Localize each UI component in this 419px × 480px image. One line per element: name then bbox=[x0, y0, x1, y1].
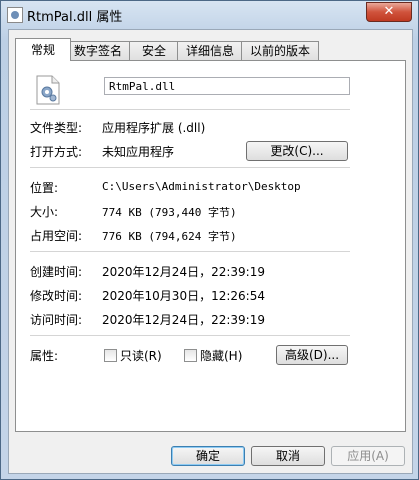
divider bbox=[30, 335, 350, 336]
modified-value: 2020年10月30日，12:26:54 bbox=[102, 289, 265, 303]
window-title: RtmPal.dll 属性 bbox=[27, 10, 123, 25]
change-button[interactable]: 更改(C)... bbox=[246, 141, 348, 161]
cancel-button[interactable]: 取消 bbox=[251, 446, 325, 466]
size-on-disk-label: 占用空间: bbox=[30, 229, 83, 243]
advanced-button[interactable]: 高级(D)... bbox=[276, 345, 348, 365]
file-name-input[interactable]: RtmPal.dll bbox=[104, 77, 350, 95]
dialog-client: 常规 数字签名 安全 详细信息 以前的版本 RtmPal.dll 文件类型: 应… bbox=[8, 29, 413, 474]
title-bar[interactable]: RtmPal.dll 属性 ✕ bbox=[1, 1, 418, 27]
created-label: 创建时间: bbox=[30, 265, 83, 279]
location-label: 位置: bbox=[30, 181, 59, 195]
tab-previous-versions[interactable]: 以前的版本 bbox=[241, 41, 319, 60]
accessed-label: 访问时间: bbox=[30, 313, 83, 327]
file-type-label: 文件类型: bbox=[30, 121, 83, 135]
divider bbox=[30, 109, 350, 110]
properties-window: RtmPal.dll 属性 ✕ 常规 数字签名 安全 详细信息 以前的版本 Rt… bbox=[0, 0, 419, 480]
location-value: C:\Users\Administrator\Desktop bbox=[102, 180, 301, 193]
divider bbox=[30, 167, 350, 168]
tab-general[interactable]: 常规 bbox=[15, 38, 71, 61]
created-value: 2020年12月24日，22:39:19 bbox=[102, 265, 265, 279]
general-panel: RtmPal.dll 文件类型: 应用程序扩展 (.dll) 打开方式: 未知应… bbox=[15, 60, 406, 432]
dll-file-icon bbox=[7, 7, 23, 23]
file-type-value: 应用程序扩展 (.dll) bbox=[102, 121, 206, 135]
close-button[interactable]: ✕ bbox=[366, 2, 412, 22]
size-on-disk-value: 776 KB (794,624 字节) bbox=[102, 230, 237, 243]
opens-with-value: 未知应用程序 bbox=[102, 145, 175, 159]
size-label: 大小: bbox=[30, 205, 59, 219]
ok-button[interactable]: 确定 bbox=[171, 446, 245, 466]
hidden-label[interactable]: 隐藏(H) bbox=[200, 347, 242, 364]
readonly-label[interactable]: 只读(R) bbox=[120, 347, 162, 364]
divider bbox=[30, 251, 350, 252]
tab-details[interactable]: 详细信息 bbox=[177, 41, 243, 60]
hidden-checkbox[interactable] bbox=[184, 349, 197, 362]
attributes-label: 属性: bbox=[30, 349, 59, 363]
opens-with-label: 打开方式: bbox=[30, 145, 83, 159]
size-value: 774 KB (793,440 字节) bbox=[102, 206, 237, 219]
dll-file-icon bbox=[36, 75, 60, 105]
accessed-value: 2020年12月24日，22:39:19 bbox=[102, 313, 265, 327]
modified-label: 修改时间: bbox=[30, 289, 83, 303]
apply-button[interactable]: 应用(A) bbox=[331, 446, 405, 466]
tab-security[interactable]: 安全 bbox=[129, 41, 179, 60]
readonly-checkbox[interactable] bbox=[104, 349, 117, 362]
tab-digital-signatures[interactable]: 数字签名 bbox=[65, 41, 131, 60]
